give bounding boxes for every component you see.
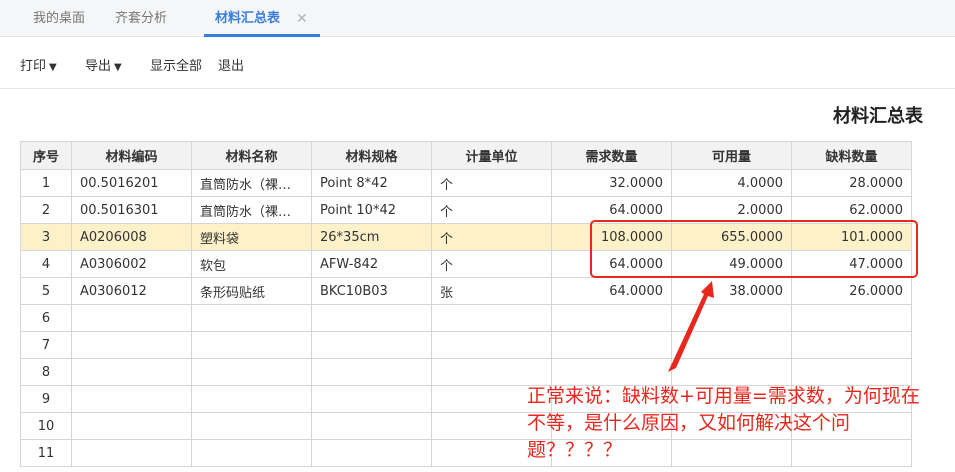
annotation-note: 正常来说：缺料数+可用量=需求数，为何现在不等，是什么原因，又如何解决这个问题？…	[527, 385, 920, 461]
